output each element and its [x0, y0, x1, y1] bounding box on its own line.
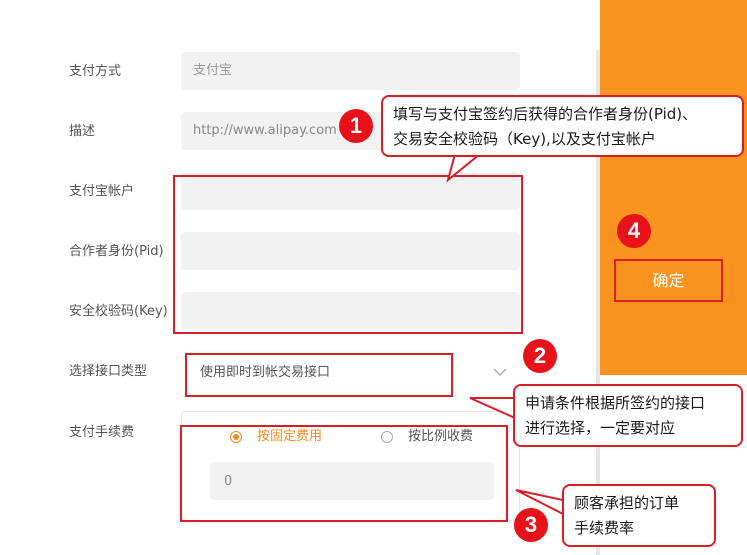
alipay-account-label: 支付宝帐户 — [69, 184, 135, 199]
callout-interface: 申请条件根据所签约的接口 进行选择，一定要对应 — [513, 384, 743, 447]
payment-method-label: 支付方式 — [69, 64, 122, 79]
callout-credentials-line2: 交易安全校验码（Key),以及支付宝帐户 — [393, 130, 656, 148]
description-label: 描述 — [69, 124, 96, 139]
callout-credentials-line1: 填写与支付宝签约后获得的合作者身份(Pid)、 — [393, 105, 698, 123]
annotation-box-fee — [180, 425, 508, 522]
fee-label: 支付手续费 — [69, 425, 135, 440]
chevron-down-icon[interactable] — [492, 364, 508, 380]
callout-fee: 顾客承担的订单 手续费率 — [562, 484, 716, 547]
security-key-label: 安全校验码(Key) — [69, 304, 168, 319]
step-badge-1: 1 — [339, 109, 373, 143]
annotation-box-interface — [185, 353, 453, 397]
step-badge-2: 2 — [523, 339, 557, 373]
callout-credentials: 填写与支付宝签约后获得的合作者身份(Pid)、 交易安全校验码（Key),以及支… — [381, 95, 744, 157]
payment-method-field[interactable]: 支付宝 — [181, 52, 520, 90]
partner-id-label: 合作者身份(Pid) — [69, 244, 164, 259]
callout-fee-line1: 顾客承担的订单 — [574, 494, 680, 512]
interface-type-label: 选择接口类型 — [69, 364, 148, 379]
step-badge-4: 4 — [617, 214, 651, 248]
side-panel — [600, 0, 747, 375]
step-badge-3: 3 — [514, 508, 548, 542]
callout-interface-line2: 进行选择，一定要对应 — [525, 419, 676, 437]
annotation-box-credentials — [173, 175, 523, 334]
callout-interface-line1: 申请条件根据所签约的接口 — [525, 394, 706, 412]
callout-fee-line2: 手续费率 — [574, 519, 635, 537]
confirm-button[interactable]: 确定 — [614, 259, 723, 302]
